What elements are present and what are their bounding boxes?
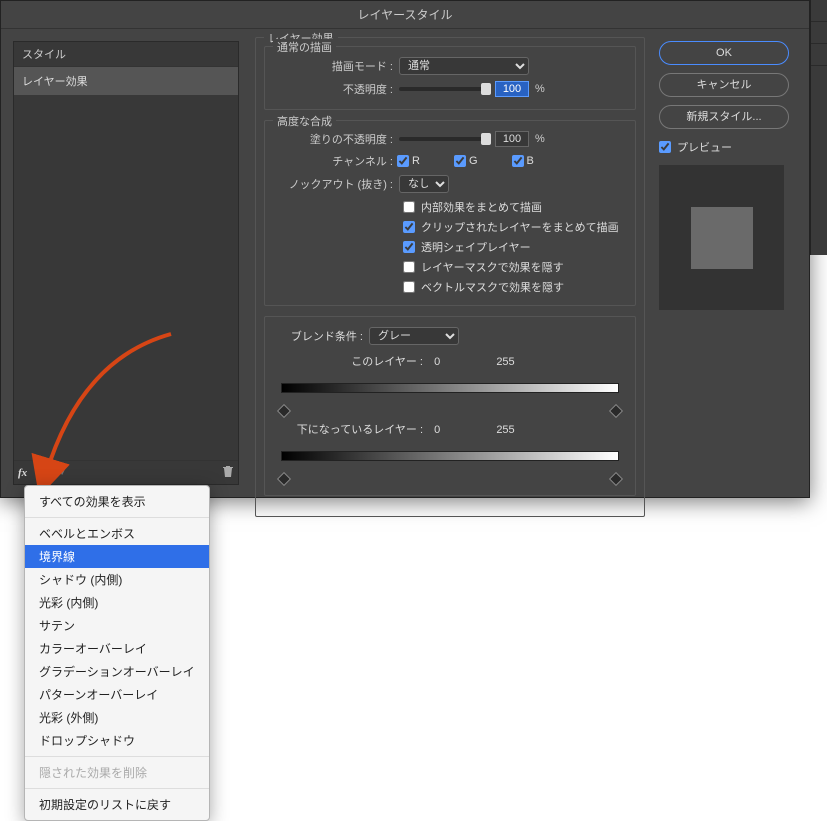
channel-b-checkbox[interactable]: [512, 155, 524, 167]
blend-if-label: ブレンド条件 :: [273, 328, 363, 344]
advanced-blend-group: 高度な合成 塗りの不透明度 : % チャンネル : R G B ノック: [264, 120, 636, 306]
preview-checkbox[interactable]: [659, 141, 671, 153]
fx-popup-menu: すべての効果を表示 ベベルとエンボス 境界線 シャドウ (内側) 光彩 (内側)…: [24, 485, 210, 821]
popup-item-inner-glow[interactable]: 光彩 (内側): [25, 591, 209, 614]
styles-footer: fx ▲ ▼: [14, 460, 238, 484]
cb-transparency-shapes[interactable]: [403, 241, 415, 253]
fx-icon[interactable]: fx: [18, 467, 27, 479]
cb-interior-effects-label: 内部効果をまとめて描画: [421, 199, 542, 215]
under-layer-high: 255: [496, 424, 514, 436]
knockout-label: ノックアウト (抜き) :: [273, 176, 393, 192]
blend-mode-select[interactable]: 通常: [399, 57, 529, 75]
preview-label: プレビュー: [677, 139, 732, 155]
popup-item-stroke[interactable]: 境界線: [25, 545, 209, 568]
normal-blend-group: 通常の描画 描画モード : 通常 不透明度 : %: [264, 46, 636, 110]
popup-item-drop-shadow[interactable]: ドロップシャドウ: [25, 729, 209, 752]
this-layer-slider[interactable]: [281, 383, 619, 413]
popup-separator: [25, 788, 209, 789]
preview-row: プレビュー: [659, 139, 799, 155]
dialog-title: レイヤースタイル: [1, 1, 809, 29]
popup-item-color-overlay[interactable]: カラーオーバーレイ: [25, 637, 209, 660]
channel-r-checkbox[interactable]: [397, 155, 409, 167]
opacity-slider[interactable]: [399, 87, 489, 91]
popup-separator: [25, 517, 209, 518]
this-layer-low: 0: [434, 356, 440, 368]
under-layer-label: 下になっているレイヤー :: [273, 421, 423, 437]
fill-opacity-label: 塗りの不透明度 :: [273, 131, 393, 147]
cb-layer-mask-hides[interactable]: [403, 261, 415, 273]
opacity-unit: %: [535, 83, 545, 95]
styles-box: スタイル レイヤー効果 fx ▲ ▼: [13, 41, 239, 485]
popup-item-gradient-overlay[interactable]: グラデーションオーバーレイ: [25, 660, 209, 683]
popup-item-outer-glow[interactable]: 光彩 (外側): [25, 706, 209, 729]
this-layer-high: 255: [496, 356, 514, 368]
preview-swatch: [691, 207, 753, 269]
advanced-blend-legend: 高度な合成: [273, 113, 336, 129]
popup-item-inner-shadow[interactable]: シャドウ (内側): [25, 568, 209, 591]
under-layer-low: 0: [434, 424, 440, 436]
popup-item-bevel[interactable]: ベベルとエンボス: [25, 522, 209, 545]
opacity-input[interactable]: [495, 81, 529, 97]
cb-interior-effects[interactable]: [403, 201, 415, 213]
right-panel: OK キャンセル 新規スタイル... プレビュー: [649, 29, 809, 497]
styles-list: レイヤー効果: [14, 67, 238, 460]
channel-row: チャンネル : R G B: [273, 153, 627, 169]
under-layer-section: 下になっているレイヤー : 0 255: [273, 421, 627, 481]
blend-mode-row: 描画モード : 通常: [273, 57, 627, 75]
this-layer-label: このレイヤー :: [273, 353, 423, 369]
preview-box: [659, 165, 784, 310]
move-up-icon[interactable]: ▲: [37, 467, 47, 478]
cb-vector-mask-hides-label: ベクトルマスクで効果を隠す: [421, 279, 564, 295]
channel-g-label: G: [469, 155, 478, 167]
trash-icon[interactable]: [222, 465, 234, 481]
styles-header: スタイル: [14, 42, 238, 67]
cb-transparency-shapes-label: 透明シェイプレイヤー: [421, 239, 531, 255]
ok-button[interactable]: OK: [659, 41, 789, 65]
popup-item-delete-hidden: 隠された効果を削除: [25, 761, 209, 784]
popup-item-reset-list[interactable]: 初期設定のリストに戻す: [25, 793, 209, 816]
layer-style-dialog: レイヤースタイル スタイル レイヤー効果 fx ▲ ▼: [0, 0, 810, 498]
right-edge-strip: [810, 0, 827, 255]
left-panel: スタイル レイヤー効果 fx ▲ ▼: [1, 29, 251, 497]
channel-r-label: R: [412, 155, 420, 167]
fill-opacity-unit: %: [535, 133, 545, 145]
popup-item-satin[interactable]: サテン: [25, 614, 209, 637]
fill-opacity-slider[interactable]: [399, 137, 489, 141]
dialog-body: スタイル レイヤー効果 fx ▲ ▼: [1, 29, 809, 497]
blend-if-row: ブレンド条件 : グレー: [273, 327, 627, 345]
blend-mode-label: 描画モード :: [273, 58, 393, 74]
opacity-row: 不透明度 : %: [273, 81, 627, 97]
normal-blend-legend: 通常の描画: [273, 39, 336, 55]
opacity-label: 不透明度 :: [273, 81, 393, 97]
styles-list-item-layer-effects[interactable]: レイヤー効果: [14, 67, 238, 95]
blend-if-group: ブレンド条件 : グレー このレイヤー : 0 255: [264, 316, 636, 496]
move-down-icon[interactable]: ▼: [57, 467, 67, 478]
popup-item-pattern-overlay[interactable]: パターンオーバーレイ: [25, 683, 209, 706]
blend-if-select[interactable]: グレー: [369, 327, 459, 345]
popup-item-show-all[interactable]: すべての効果を表示: [25, 490, 209, 513]
fill-opacity-row: 塗りの不透明度 : %: [273, 131, 627, 147]
this-layer-section: このレイヤー : 0 255: [273, 353, 627, 413]
center-panel: レイヤー効果 通常の描画 描画モード : 通常 不透明度 : %: [251, 29, 649, 497]
layer-effects-group: レイヤー効果 通常の描画 描画モード : 通常 不透明度 : %: [255, 37, 645, 517]
cancel-button[interactable]: キャンセル: [659, 73, 789, 97]
knockout-select[interactable]: なし: [399, 175, 449, 193]
cb-vector-mask-hides[interactable]: [403, 281, 415, 293]
cb-layer-mask-hides-label: レイヤーマスクで効果を隠す: [421, 259, 564, 275]
fill-opacity-input[interactable]: [495, 131, 529, 147]
new-style-button[interactable]: 新規スタイル...: [659, 105, 789, 129]
channel-g-checkbox[interactable]: [454, 155, 466, 167]
cb-clipped-layers-label: クリップされたレイヤーをまとめて描画: [421, 219, 619, 235]
channel-label: チャンネル :: [273, 153, 393, 169]
cb-clipped-layers[interactable]: [403, 221, 415, 233]
knockout-row: ノックアウト (抜き) : なし: [273, 175, 627, 193]
under-layer-slider[interactable]: [281, 451, 619, 481]
channel-b-label: B: [527, 155, 534, 167]
